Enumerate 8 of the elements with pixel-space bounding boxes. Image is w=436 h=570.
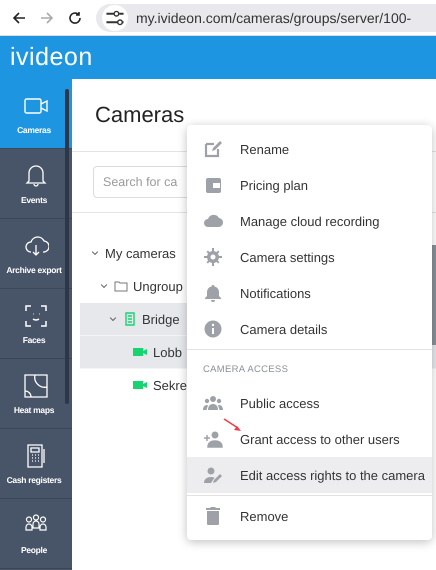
section-title: CAMERA ACCESS [202,363,290,377]
tree-label: Bridge [142,312,180,326]
url-text: my.ivideon.com/cameras/groups/server/100- [136,10,412,26]
tree-label: Lobb [153,344,182,360]
tree-label: My cameras [105,246,176,260]
tree-label: Sekre [153,378,187,392]
page-title: Cameras [95,102,184,128]
tree-label: Ungroup [133,278,183,294]
